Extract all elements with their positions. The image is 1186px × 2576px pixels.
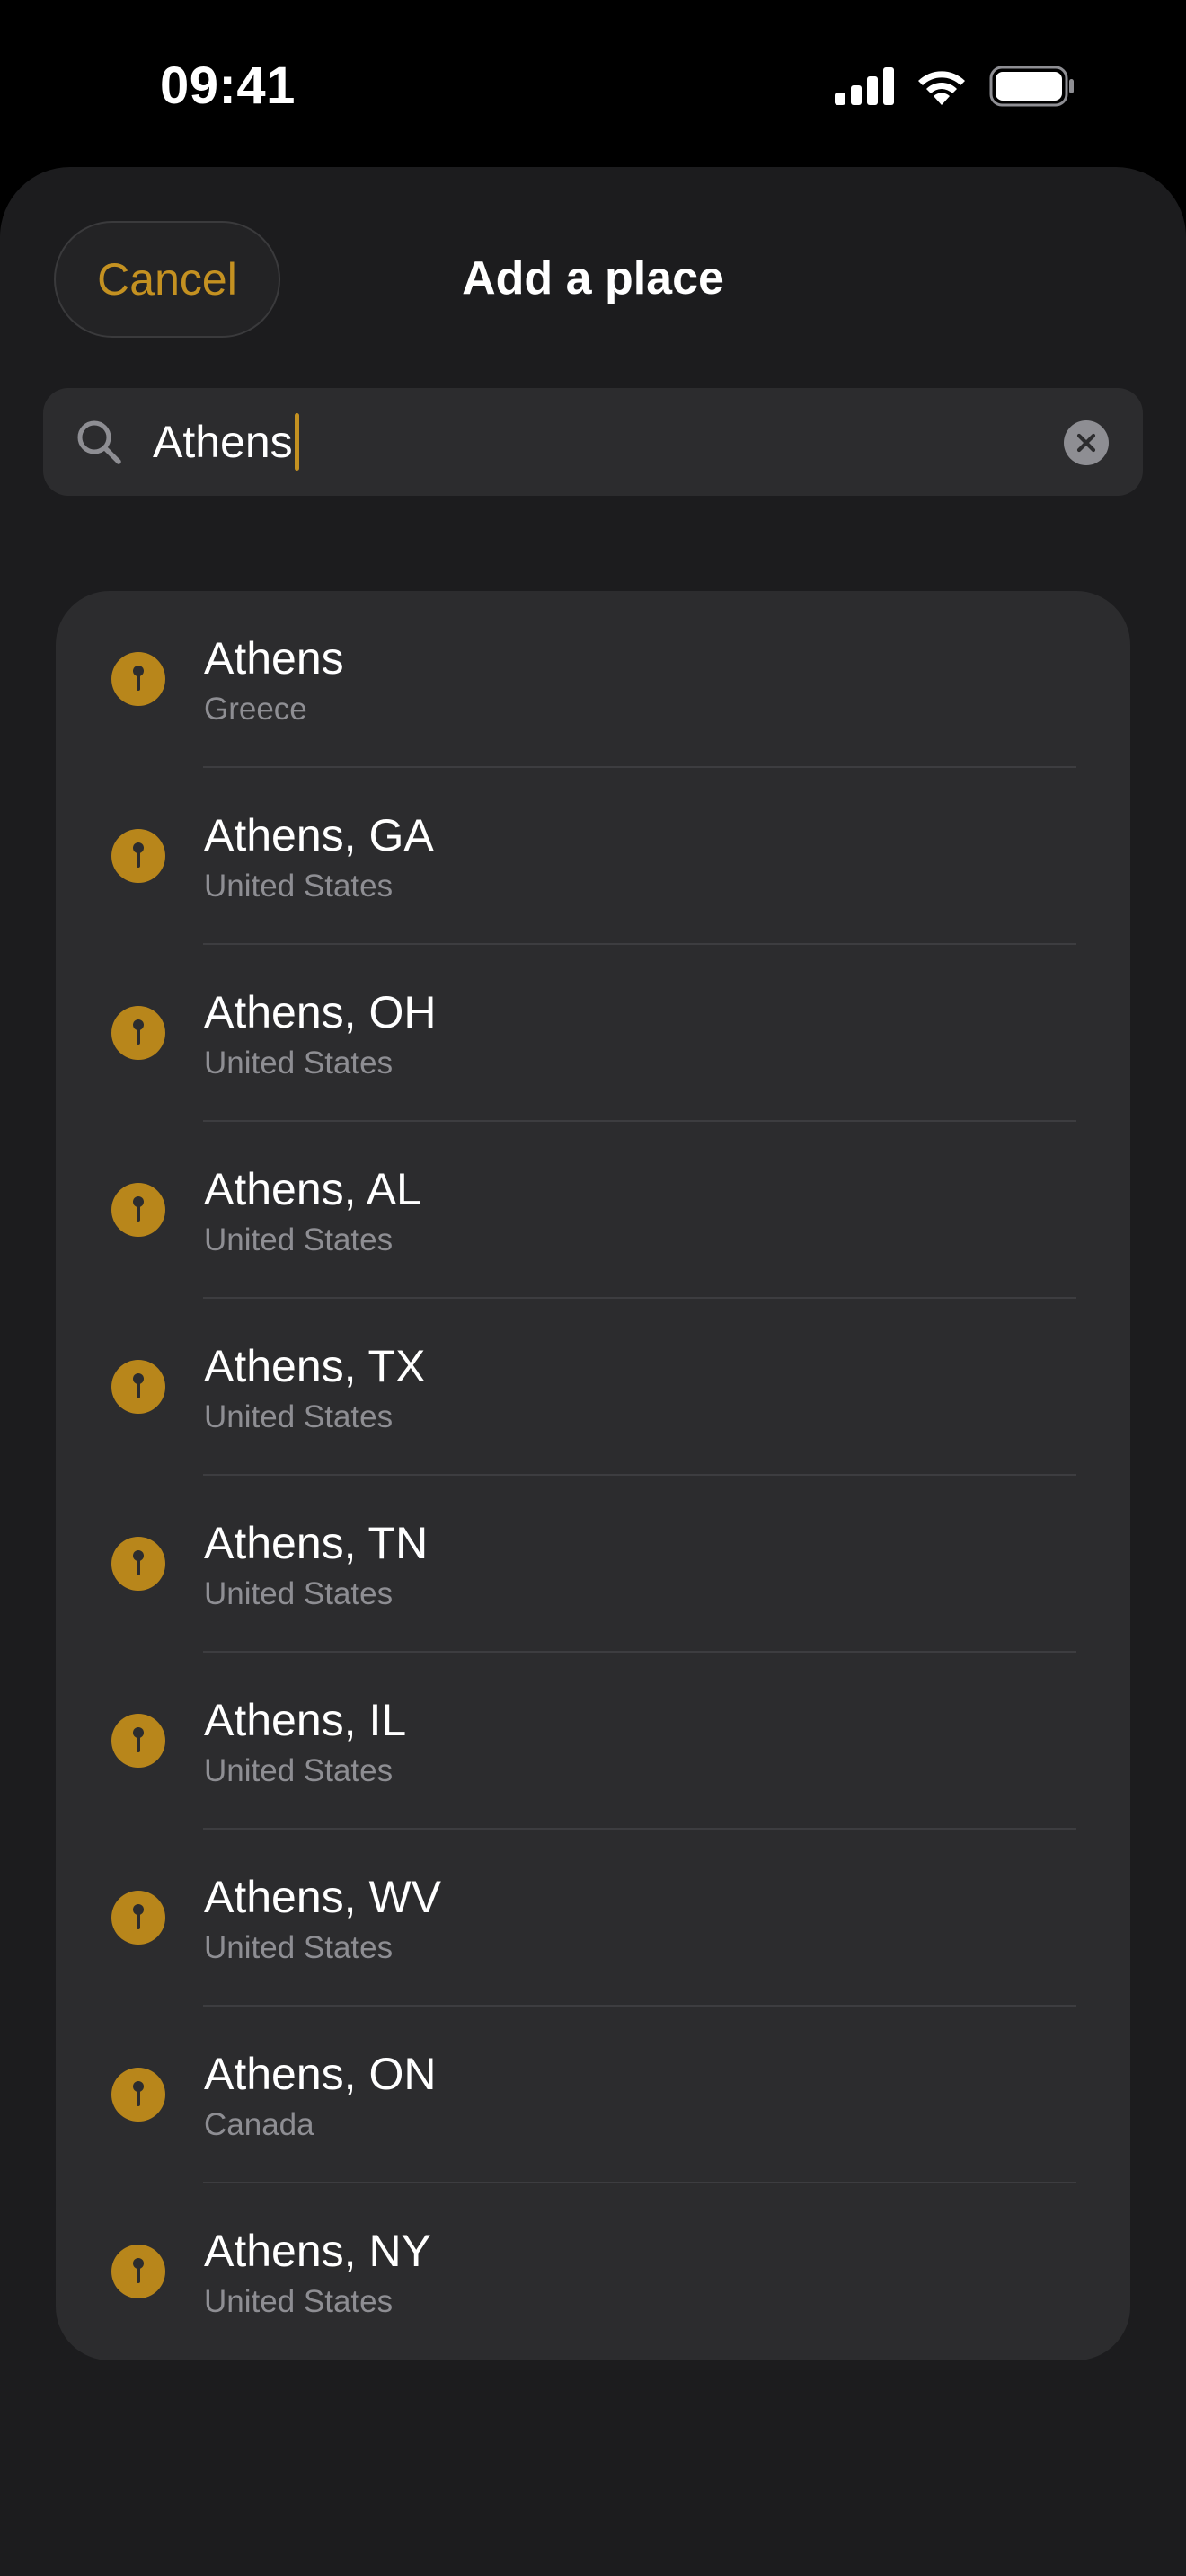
result-name: Athens [204, 633, 344, 684]
result-row[interactable]: Athens, GA United States [56, 768, 1130, 945]
result-name: Athens, ON [204, 2049, 437, 2099]
map-pin-icon [111, 1714, 165, 1768]
result-country: United States [204, 1399, 394, 1434]
result-country: United States [204, 869, 394, 904]
cancel-button[interactable]: Cancel [54, 221, 280, 338]
result-country: United States [204, 1753, 394, 1788]
map-pin-icon [111, 652, 165, 706]
wifi-icon [918, 71, 965, 105]
map-pin-icon [111, 2245, 165, 2298]
result-row[interactable]: Athens, TN United States [56, 1476, 1130, 1653]
result-country: United States [204, 1930, 394, 1965]
map-pin-icon [111, 1891, 165, 1945]
result-country: United States [204, 1222, 394, 1257]
result-row[interactable]: Athens, ON Canada [56, 2007, 1130, 2183]
result-country: United States [204, 1576, 394, 1611]
result-name: Athens, NY [204, 2226, 431, 2276]
clear-search-button[interactable] [1064, 420, 1109, 465]
result-country: Greece [204, 692, 307, 727]
result-name: Athens, TX [204, 1341, 426, 1391]
map-pin-icon [111, 1537, 165, 1591]
result-row[interactable]: Athens, IL United States [56, 1653, 1130, 1830]
status-time: 09:41 [160, 57, 296, 115]
screen: 09:41 Cancel Add a place Athens Athens G… [0, 0, 1186, 2576]
map-pin-icon [111, 829, 165, 883]
result-row[interactable]: Athens, AL United States [56, 1122, 1130, 1299]
search-icon [77, 420, 121, 464]
search-bar[interactable]: Athens [43, 388, 1143, 496]
result-row[interactable]: Athens Greece [56, 591, 1130, 768]
result-name: Athens, GA [204, 810, 434, 860]
clear-icon [1076, 433, 1096, 453]
status-icons [835, 63, 1075, 110]
result-country: United States [204, 2284, 394, 2319]
text-cursor [294, 413, 299, 471]
map-pin-icon [111, 1183, 165, 1237]
result-row[interactable]: Athens, NY United States [56, 2183, 1130, 2360]
add-place-sheet: Cancel Add a place Athens Athens Greece … [0, 167, 1186, 2576]
result-row[interactable]: Athens, TX United States [56, 1299, 1130, 1476]
map-pin-icon [111, 1360, 165, 1414]
result-country: Canada [204, 2107, 314, 2142]
result-row[interactable]: Athens, OH United States [56, 945, 1130, 1122]
cellular-signal-icon [835, 67, 894, 105]
result-name: Athens, OH [204, 987, 437, 1037]
result-country: United States [204, 1045, 394, 1081]
map-pin-icon [111, 1006, 165, 1060]
result-name: Athens, IL [204, 1695, 407, 1745]
result-name: Athens, WV [204, 1872, 441, 1922]
search-input-wrap: Athens [153, 388, 299, 496]
result-name: Athens, AL [204, 1164, 421, 1214]
search-input[interactable]: Athens [153, 416, 293, 468]
result-row[interactable]: Athens, WV United States [56, 1830, 1130, 2007]
status-bar: 09:41 [0, 0, 1186, 167]
result-name: Athens, TN [204, 1518, 429, 1568]
map-pin-icon [111, 2068, 165, 2122]
search-results-list: Athens Greece Athens, GA United States A… [56, 591, 1130, 2360]
battery-icon [989, 66, 1074, 107]
